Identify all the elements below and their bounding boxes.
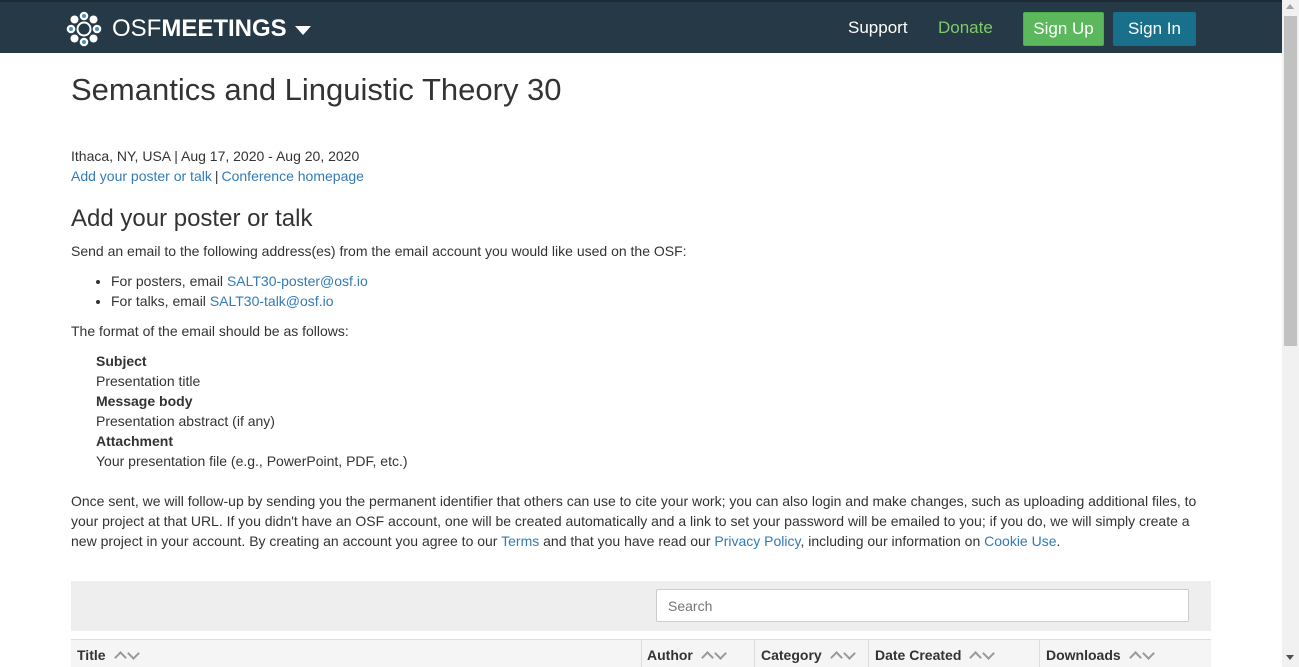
attachment-value: Your presentation file (e.g., PowerPoint… [96,453,408,469]
once-sent-paragraph: Once sent, we will follow-up by sending … [71,491,1211,551]
attachment-label: Attachment [96,433,174,449]
terms-link[interactable]: Terms [501,533,539,549]
chevron-down-icon[interactable] [1141,647,1155,660]
subject-label: Subject [96,353,147,369]
talks-prefix: For talks, email [111,293,210,309]
subject-value: Presentation title [96,373,201,389]
sign-up-button[interactable]: Sign Up [1023,12,1104,46]
column-label: Title [77,647,106,663]
once-sent-text-3: , including our information on [800,533,985,549]
cookie-use-link[interactable]: Cookie Use [984,533,1056,549]
donate-link[interactable]: Donate [938,18,993,38]
table-header: Title Author Category Date Created Downl… [71,639,1211,667]
brand-osf-text: OSF [112,15,162,42]
talk-email-link[interactable]: SALT30-talk@osf.io [210,293,334,309]
submit-intro: Send an email to the following address(e… [71,243,687,259]
scroll-up-arrow-icon[interactable] [1286,4,1294,9]
conference-homepage-link[interactable]: Conference homepage [222,168,364,184]
support-link[interactable]: Support [848,18,908,38]
chevron-up-icon[interactable] [113,651,127,664]
add-poster-link[interactable]: Add your poster or talk [71,168,212,184]
column-label: Author [647,647,693,663]
poster-email-link[interactable]: SALT30-poster@osf.io [227,273,368,289]
column-header-category[interactable]: Category [755,640,869,667]
chevron-down-icon[interactable] [842,647,856,660]
email-format-block: Subject Presentation title Message body … [96,351,408,471]
column-header-date-created[interactable]: Date Created [869,640,1040,667]
privacy-policy-link[interactable]: Privacy Policy [714,533,800,549]
chevron-up-icon[interactable] [1128,651,1142,664]
link-separator: | [214,168,219,184]
chevron-up-icon[interactable] [701,651,714,664]
email-list: For posters, email SALT30-poster@osf.io … [111,271,368,311]
caret-down-icon[interactable] [294,26,311,35]
brand-meetings-text: MEETINGS [161,15,287,42]
column-label: Category [761,647,822,663]
format-intro: The format of the email should be as fol… [71,323,349,339]
body-value: Presentation abstract (if any) [96,413,275,429]
column-label: Date Created [875,647,962,663]
search-input[interactable] [656,589,1189,622]
page-title: Semantics and Linguistic Theory 30 [71,72,562,107]
section-heading: Add your poster or talk [71,205,313,232]
scroll-thumb[interactable] [1284,16,1297,346]
brand[interactable]: OSF MEETINGS [66,11,311,47]
sign-in-button[interactable]: Sign In [1113,12,1196,46]
page-scrollbar[interactable] [1282,0,1299,667]
top-navbar: OSF MEETINGS Support Donate Sign Up Sign… [0,0,1282,53]
list-item: For posters, email SALT30-poster@osf.io [111,271,368,291]
chevron-up-icon[interactable] [829,651,843,664]
chevron-down-icon[interactable] [982,647,996,660]
column-header-title[interactable]: Title [71,640,642,667]
meeting-links: Add your poster or talk | Conference homep… [71,166,364,186]
chevron-down-icon[interactable] [126,647,140,660]
scroll-down-arrow-icon[interactable] [1286,655,1294,660]
posters-prefix: For posters, email [111,273,227,289]
chevron-down-icon[interactable] [714,647,727,660]
column-header-downloads[interactable]: Downloads [1040,640,1211,667]
body-label: Message body [96,393,193,409]
list-item: For talks, email SALT30-talk@osf.io [111,291,368,311]
table-toolbar [71,581,1211,631]
chevron-up-icon[interactable] [969,651,983,664]
once-sent-text-4: . [1056,533,1061,549]
once-sent-text-2: and that you have read our [539,533,715,549]
meeting-location-dates: Ithaca, NY, USA | Aug 17, 2020 - Aug 20,… [71,148,360,164]
osf-flower-logo-icon [66,11,102,47]
column-label: Downloads [1046,647,1121,663]
column-header-author[interactable]: Author [641,640,755,667]
